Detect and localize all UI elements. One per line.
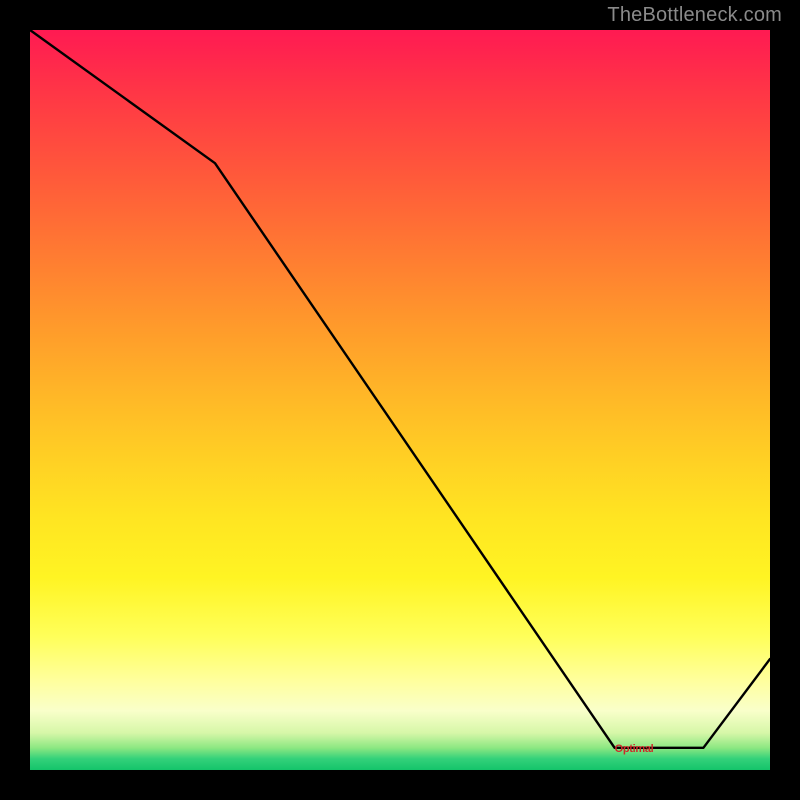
watermark-text: TheBottleneck.com — [607, 4, 782, 27]
chart-frame: TheBottleneck.com Optimal — [0, 0, 800, 800]
optimal-annotation: Optimal — [615, 743, 654, 755]
bottleneck-curve — [30, 30, 770, 770]
curve-line — [30, 30, 770, 748]
plot-area: Optimal — [30, 30, 770, 770]
